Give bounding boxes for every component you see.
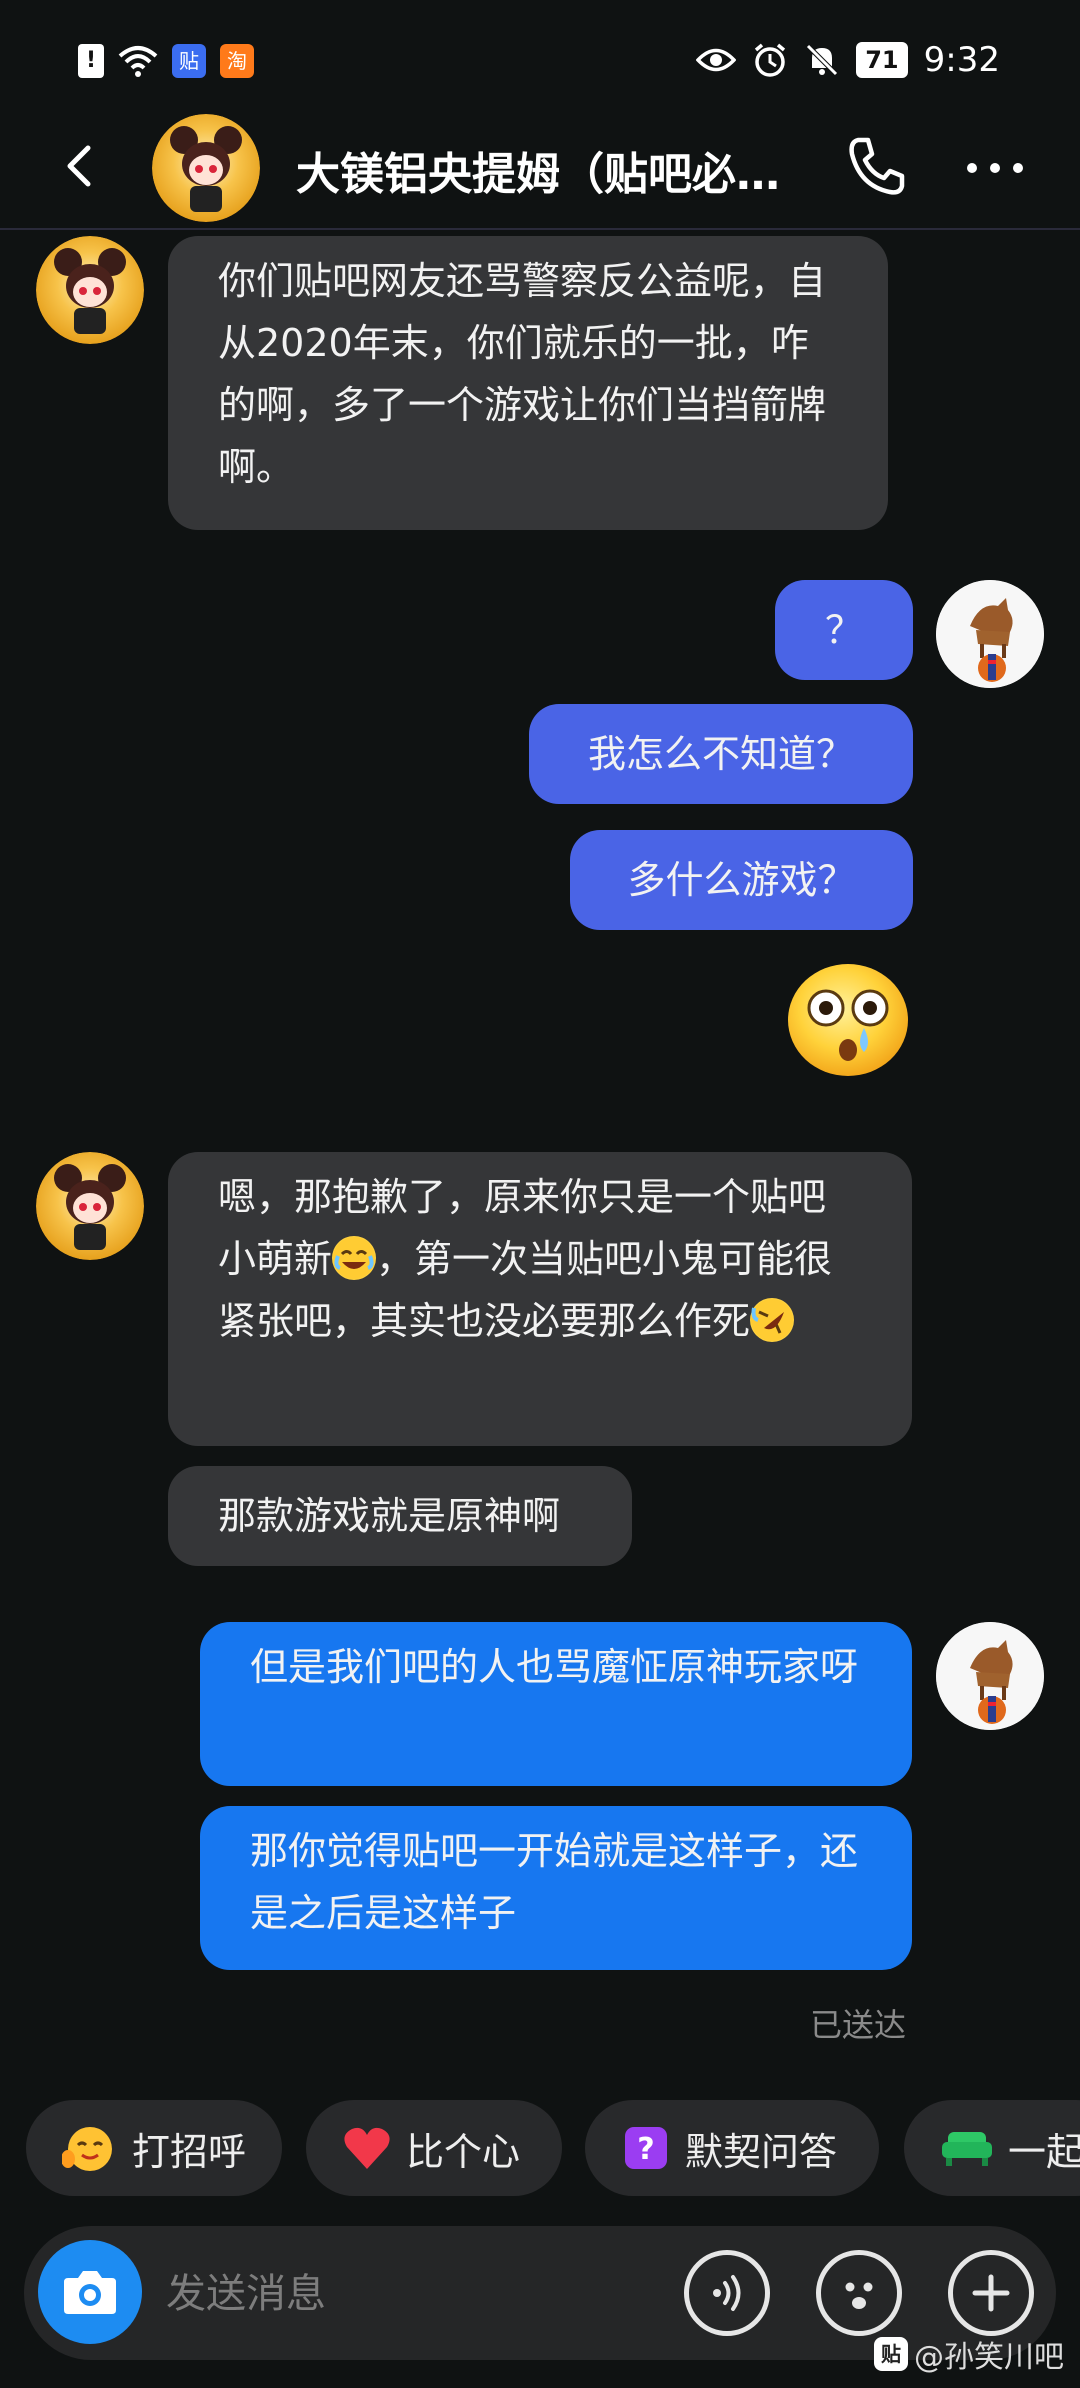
message-bubble-outgoing[interactable]: 但是我们吧的人也骂魔怔原神玩家呀 xyxy=(200,1622,912,1786)
message-bubble-outgoing[interactable]: 我怎么不知道？ xyxy=(529,704,913,804)
battery-indicator: 71 xyxy=(856,42,908,78)
taobao-app-icon: 淘 xyxy=(220,44,254,78)
sofa-icon xyxy=(942,2132,992,2166)
eye-icon xyxy=(696,48,737,72)
message-bubble-incoming[interactable]: 那款游戏就是原神啊 xyxy=(168,1466,632,1566)
message-text: 那款游戏就是原神啊 xyxy=(218,1494,561,1538)
chat-title: 大镁铝央提姆（贴吧必… xyxy=(296,149,780,200)
camera-icon xyxy=(64,2271,116,2314)
heart-icon xyxy=(344,2127,390,2169)
question-box-icon: ? xyxy=(625,2127,667,2169)
watermark: 贴 @孙笑川吧 xyxy=(874,2332,1064,2376)
quick-action-heart[interactable]: 比个心 xyxy=(306,2100,562,2196)
my-avatar[interactable] xyxy=(936,1622,1044,1730)
alarm-icon xyxy=(755,43,786,77)
message-text: 多什么游戏？ xyxy=(627,858,856,902)
my-avatar[interactable] xyxy=(936,580,1044,688)
phone-call-icon[interactable] xyxy=(840,130,912,202)
message-text: ？ xyxy=(824,608,863,652)
message-bubble-outgoing[interactable]: ？ xyxy=(775,580,913,680)
chip-label: 默契问答 xyxy=(685,2129,838,2174)
tieba-logo: 贴 xyxy=(874,2337,908,2371)
voice-wave-icon xyxy=(713,2275,741,2311)
message-text: 我怎么不知道？ xyxy=(587,732,854,776)
message-input[interactable] xyxy=(164,2256,668,2332)
mute-bell-icon xyxy=(806,44,839,76)
status-right-icons: 71 9:32 xyxy=(696,40,1000,80)
message-text: 那你觉得贴吧一开始就是这样子，还是之后是这样子 xyxy=(250,1829,859,1935)
chip-label: 打招呼 xyxy=(131,2129,246,2174)
message-text: 你们贴吧网友还骂警察反公益呢，自从2020年末，你们就乐的一批，咋的啊，多了一个… xyxy=(218,259,827,489)
quick-action-greet[interactable]: 打招呼 xyxy=(26,2100,282,2196)
add-button[interactable] xyxy=(948,2250,1034,2336)
wifi-icon xyxy=(118,46,158,77)
back-arrow-icon[interactable] xyxy=(50,136,110,196)
contact-avatar[interactable] xyxy=(152,114,260,222)
message-bubble-outgoing[interactable]: 那你觉得贴吧一开始就是这样子，还是之后是这样子 xyxy=(200,1806,912,1970)
message-text: 但是我们吧的人也骂魔怔原神玩家呀 xyxy=(250,1645,859,1689)
camera-button[interactable] xyxy=(38,2240,142,2344)
message-bubble-incoming[interactable]: 你们贴吧网友还骂警察反公益呢，自从2020年末，你们就乐的一批，咋的啊，多了一个… xyxy=(168,236,888,530)
quick-action-quiz[interactable]: ? 默契问答 xyxy=(585,2100,879,2196)
more-options-icon[interactable] xyxy=(960,138,1030,198)
status-bar: ! 贴 淘 71 9:32 xyxy=(0,0,1080,120)
watermark-text: @孙笑川吧 xyxy=(914,2340,1064,2375)
chip-label: 一起 xyxy=(1008,2129,1080,2174)
wave-emoji-icon xyxy=(62,2127,112,2171)
smiley-icon xyxy=(845,2282,873,2309)
plus-icon xyxy=(972,2274,1010,2312)
chat-header: 大镁铝央提姆（贴吧必… xyxy=(0,108,1080,230)
quick-action-together[interactable]: 一起 xyxy=(904,2100,1080,2196)
voice-button[interactable] xyxy=(684,2250,770,2336)
rofl-emoji-icon xyxy=(750,1298,795,1342)
message-bubble-outgoing[interactable]: 多什么游戏？ xyxy=(570,830,913,930)
message-bubble-incoming[interactable]: 嗯，那抱歉了，原来你只是一个贴吧小萌新 ，第一次当贴吧小鬼可能很紧张吧，其实也没必… xyxy=(168,1152,912,1446)
tieba-app-icon: 贴 xyxy=(172,44,206,78)
clock: 9:32 xyxy=(923,40,1000,80)
chip-label: 比个心 xyxy=(406,2129,521,2174)
sender-avatar[interactable] xyxy=(36,236,144,344)
emoji-button[interactable] xyxy=(816,2250,902,2336)
svg-text:?: ? xyxy=(637,2132,654,2167)
status-left-icons: ! 贴 淘 xyxy=(78,44,254,78)
notice-icon: ! xyxy=(78,44,104,78)
shocked-crying-emoji-icon[interactable] xyxy=(786,962,910,1078)
delivered-status: 已送达 xyxy=(809,2006,906,2044)
laugh-cry-emoji-icon xyxy=(332,1236,377,1280)
sender-avatar[interactable] xyxy=(36,1152,144,1260)
